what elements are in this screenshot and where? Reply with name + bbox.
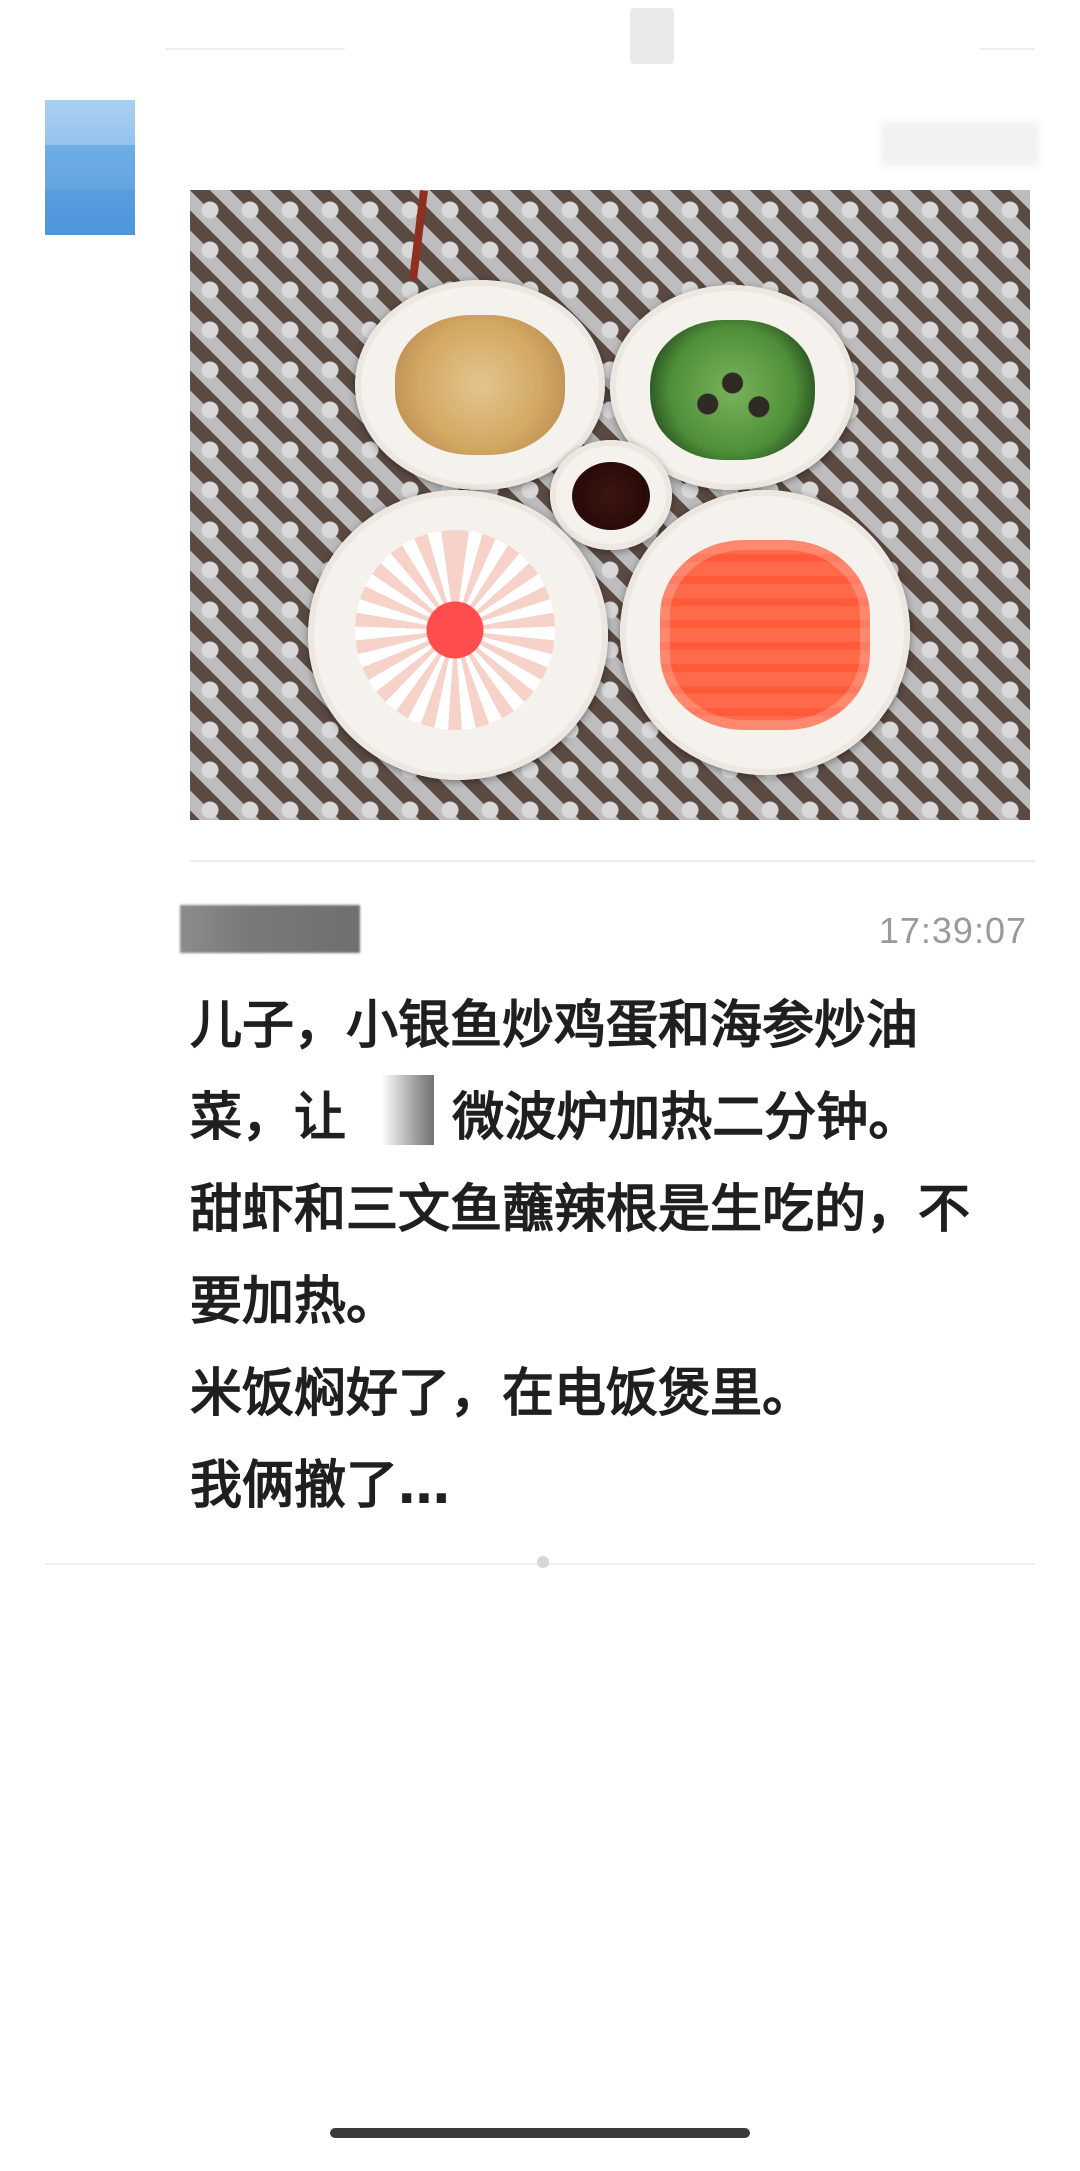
avatar[interactable] <box>45 100 135 235</box>
sender-blur-top <box>880 122 1040 166</box>
message-line: 菜，让 微波炉加热二分钟。 <box>190 1072 1040 1164</box>
egg-dish <box>395 315 565 455</box>
chopstick-decoration <box>409 190 428 281</box>
bottom-divider-dot <box>537 1556 549 1568</box>
top-bar <box>0 0 1080 70</box>
home-indicator[interactable] <box>330 2128 750 2138</box>
sender-name-blurred <box>180 905 360 953</box>
message-line: 米饭焖好了，在电饭煲里。 <box>190 1364 815 1424</box>
redaction-block <box>364 1075 435 1145</box>
salmon-dish <box>660 540 870 730</box>
message-timestamp: 17:39:07 <box>878 910 1027 951</box>
top-divider-right <box>980 48 1035 50</box>
message-line-part: 微波炉加热二分钟。 <box>452 1088 921 1148</box>
message-line-part: 菜，让 <box>190 1088 347 1148</box>
message-divider <box>190 860 1035 862</box>
message-line: 儿子，小银鱼炒鸡蛋和海参炒油 <box>190 996 919 1056</box>
message-line: 要加热。 <box>190 1272 399 1332</box>
avatar-blur-top <box>45 100 135 145</box>
shrimp-dish <box>355 530 555 730</box>
food-photo[interactable] <box>190 190 1030 820</box>
message-line: 我俩撤了… <box>190 1456 451 1516</box>
message-line: 甜虾和三文鱼蘸辣根是生吃的，不 <box>190 1180 971 1240</box>
message-bubble: 儿子，小银鱼炒鸡蛋和海参炒油 菜，让 微波炉加热二分钟。 甜虾和三文鱼蘸辣根是生… <box>190 980 1040 1532</box>
top-divider-left <box>165 48 345 50</box>
sauce-dish <box>572 462 650 530</box>
avatar-blur-bottom <box>45 190 135 235</box>
vegetable-dish <box>650 320 815 460</box>
top-blurred-element <box>630 8 674 64</box>
avatar-blur-middle <box>45 145 135 190</box>
